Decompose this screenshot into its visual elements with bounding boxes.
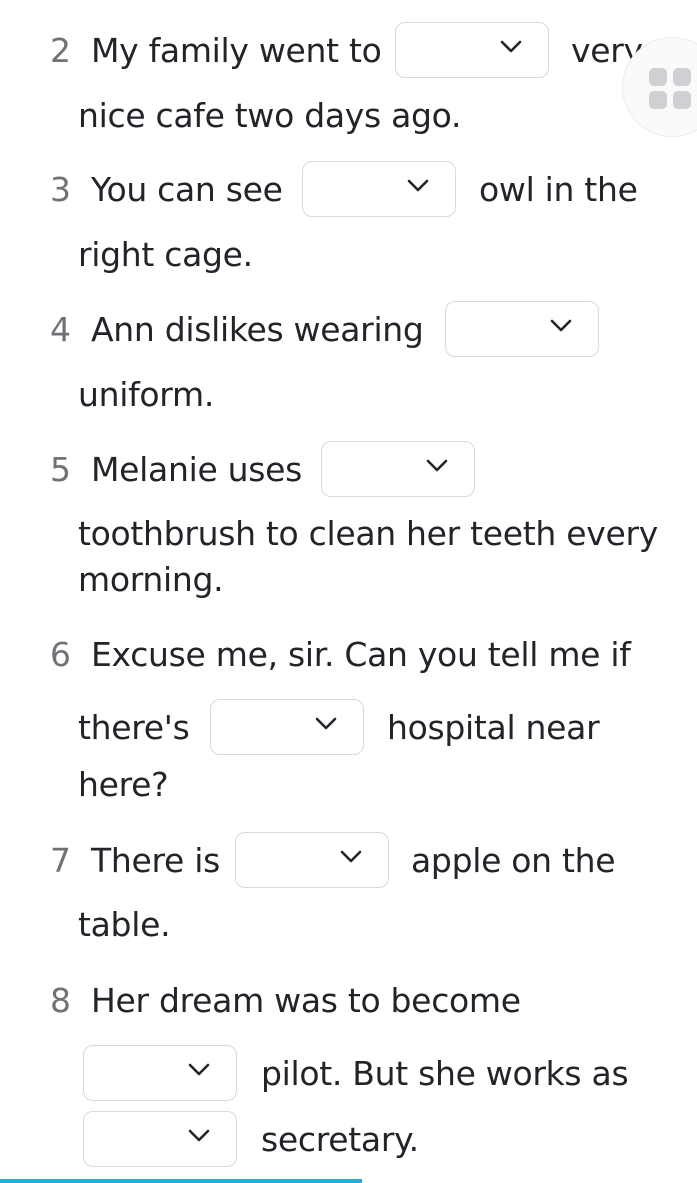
- answer-dropdown[interactable]: [83, 1045, 237, 1101]
- answer-dropdown[interactable]: [302, 161, 456, 217]
- sentence-text: there's: [78, 708, 190, 747]
- chevron-down-icon: [315, 717, 337, 730]
- chevron-down-icon: [550, 319, 572, 332]
- chevron-down-icon: [188, 1129, 210, 1142]
- answer-dropdown[interactable]: [321, 441, 475, 497]
- sentence-text: toothbrush to clean her teeth every: [78, 514, 658, 553]
- item-number: 6: [50, 635, 71, 674]
- sentence-text: apple on the: [411, 841, 616, 880]
- item-number: 4: [50, 310, 71, 349]
- sentence-text: hospital near: [387, 708, 600, 747]
- sentence-text: Excuse me, sir. Can you tell me if: [91, 635, 631, 674]
- sentence-text: secretary.: [261, 1120, 419, 1159]
- sentence-text: pilot. But she works as: [261, 1054, 629, 1093]
- item-number: 7: [50, 841, 71, 880]
- item-number: 5: [50, 450, 71, 489]
- sentence-text: You can see: [91, 170, 283, 209]
- answer-dropdown[interactable]: [210, 699, 364, 755]
- sentence-text: nice cafe two days ago.: [78, 96, 462, 135]
- chevron-down-icon: [426, 459, 448, 472]
- sentence-text: There is: [91, 841, 220, 880]
- sentence-text: morning.: [78, 560, 224, 599]
- chevron-down-icon: [407, 179, 429, 192]
- progress-bar: [0, 1179, 363, 1183]
- chevron-down-icon: [340, 850, 362, 863]
- sentence-text: Her dream was to become: [91, 981, 521, 1020]
- item-number: 8: [50, 981, 71, 1020]
- sentence-text: table.: [78, 905, 171, 944]
- answer-dropdown[interactable]: [395, 22, 549, 78]
- item-number: 2: [50, 31, 71, 70]
- sentence-text: Melanie uses: [91, 450, 303, 489]
- sentence-text: owl in the: [479, 170, 638, 209]
- chevron-down-icon: [188, 1063, 210, 1076]
- chevron-down-icon: [500, 40, 522, 53]
- item-number: 3: [50, 170, 71, 209]
- answer-dropdown[interactable]: [83, 1111, 237, 1167]
- answer-dropdown[interactable]: [445, 301, 599, 357]
- sentence-text: Ann dislikes wearing: [91, 310, 424, 349]
- answer-dropdown[interactable]: [235, 832, 389, 888]
- sentence-text: uniform.: [78, 375, 215, 414]
- sentence-text: right cage.: [78, 235, 253, 274]
- sentence-text: My family went to: [91, 31, 382, 70]
- sentence-text: here?: [78, 765, 169, 804]
